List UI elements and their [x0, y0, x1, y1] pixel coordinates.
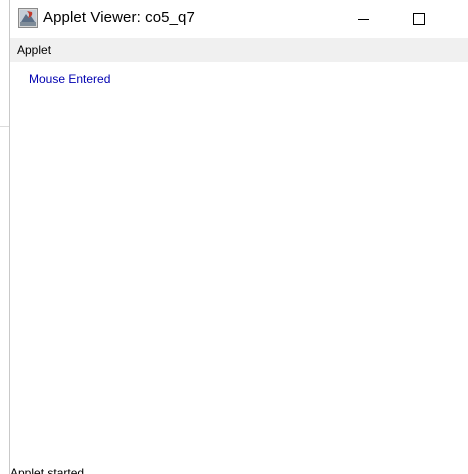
mouse-event-message: Mouse Entered — [29, 72, 111, 86]
menu-bar: Applet — [10, 38, 468, 62]
applet-canvas[interactable]: Mouse Entered — [10, 62, 468, 466]
background-divider — [0, 126, 9, 127]
window-title: Applet Viewer: co5_q7 — [43, 9, 195, 26]
menu-applet[interactable]: Applet — [17, 43, 51, 57]
maximize-icon — [413, 13, 425, 25]
java-applet-icon[interactable] — [18, 8, 38, 28]
maximize-button[interactable] — [396, 0, 442, 38]
title-bar[interactable]: Applet Viewer: co5_q7 — [10, 0, 468, 38]
background-window-strip — [0, 0, 9, 474]
minimize-button[interactable] — [340, 0, 386, 38]
status-text: Applet started. — [10, 466, 88, 474]
minimize-icon — [357, 18, 369, 20]
status-bar: Applet started. — [10, 466, 468, 474]
applet-viewer-window: Applet Viewer: co5_q7 Applet Mouse Enter… — [0, 0, 468, 474]
